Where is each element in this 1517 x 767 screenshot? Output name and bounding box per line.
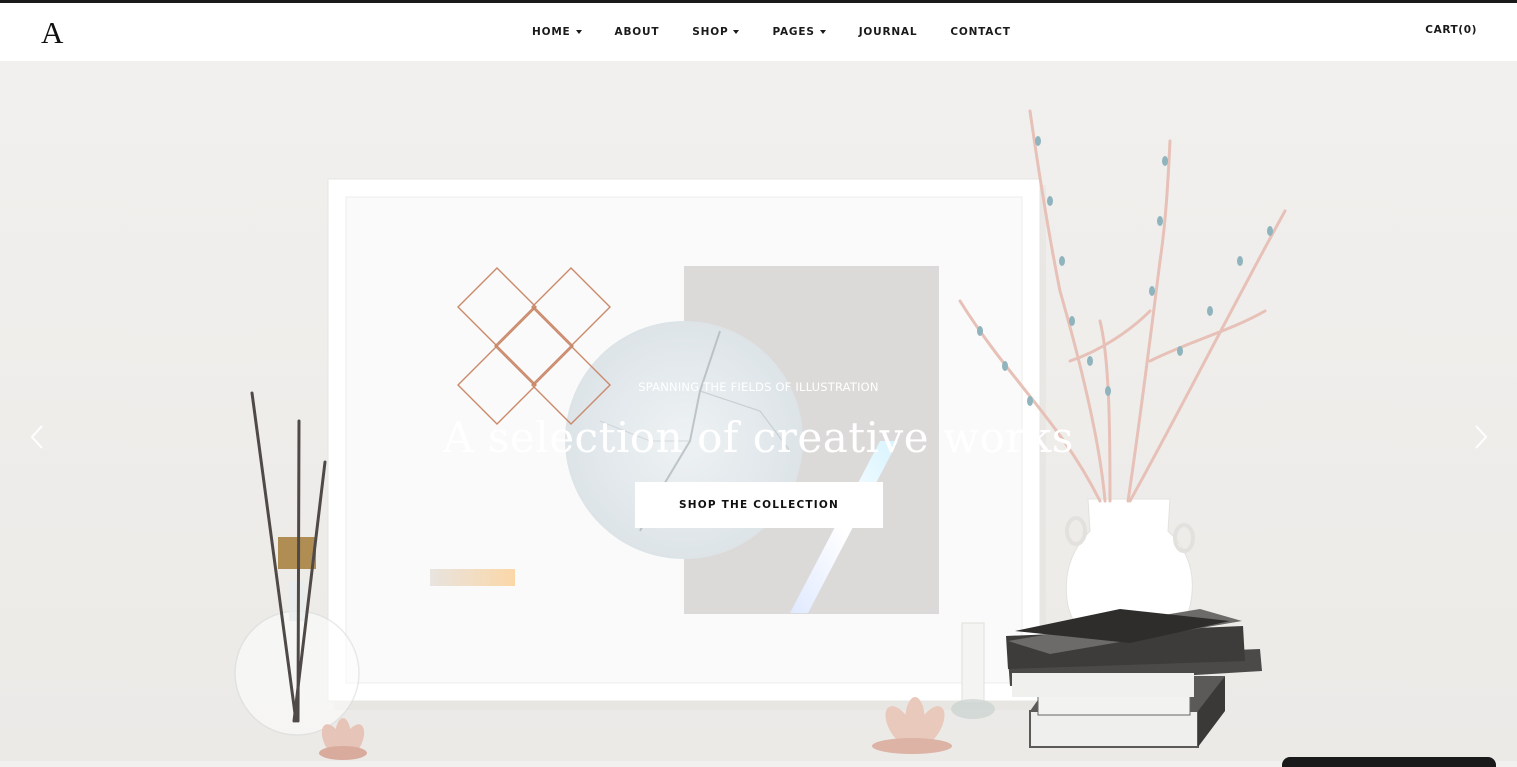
- nav-item-label: HOME: [532, 26, 571, 38]
- caret-down-icon: [733, 30, 740, 34]
- main-nav: HOME ABOUT SHOP PAGES JOURNAL CONTACT: [532, 24, 1044, 40]
- hero-subtitle: SPANNING THE FIELDS OF ILLUSTRATION: [638, 380, 879, 394]
- nav-item-label: JOURNAL: [858, 26, 918, 38]
- nav-item-about[interactable]: ABOUT: [615, 24, 660, 40]
- hero-slider: SPANNING THE FIELDS OF ILLUSTRATION A se…: [0, 61, 1517, 761]
- nav-item-journal[interactable]: JOURNAL: [859, 24, 918, 40]
- nav-item-label: PAGES: [772, 26, 815, 38]
- nav-item-pages[interactable]: PAGES: [772, 24, 826, 40]
- nav-item-label: SHOP: [692, 26, 729, 38]
- nav-item-contact[interactable]: CONTACT: [950, 24, 1010, 40]
- chat-widget-tab[interactable]: [1282, 757, 1496, 767]
- nav-item-shop[interactable]: SHOP: [692, 24, 740, 40]
- caret-down-icon: [575, 30, 582, 34]
- nav-item-label: ABOUT: [614, 26, 660, 38]
- caret-down-icon: [819, 30, 826, 34]
- hero-title: A selection of creative works: [443, 413, 1074, 462]
- nav-item-label: CONTACT: [950, 26, 1011, 38]
- site-header: A HOME ABOUT SHOP PAGES JOURNAL CONTACT …: [0, 3, 1517, 61]
- shop-collection-button[interactable]: SHOP THE COLLECTION: [635, 482, 883, 528]
- hero-image: [0, 61, 1517, 761]
- cart-link[interactable]: CART(0): [1425, 24, 1477, 36]
- nav-item-home[interactable]: HOME: [532, 24, 582, 40]
- site-logo[interactable]: A: [41, 17, 63, 49]
